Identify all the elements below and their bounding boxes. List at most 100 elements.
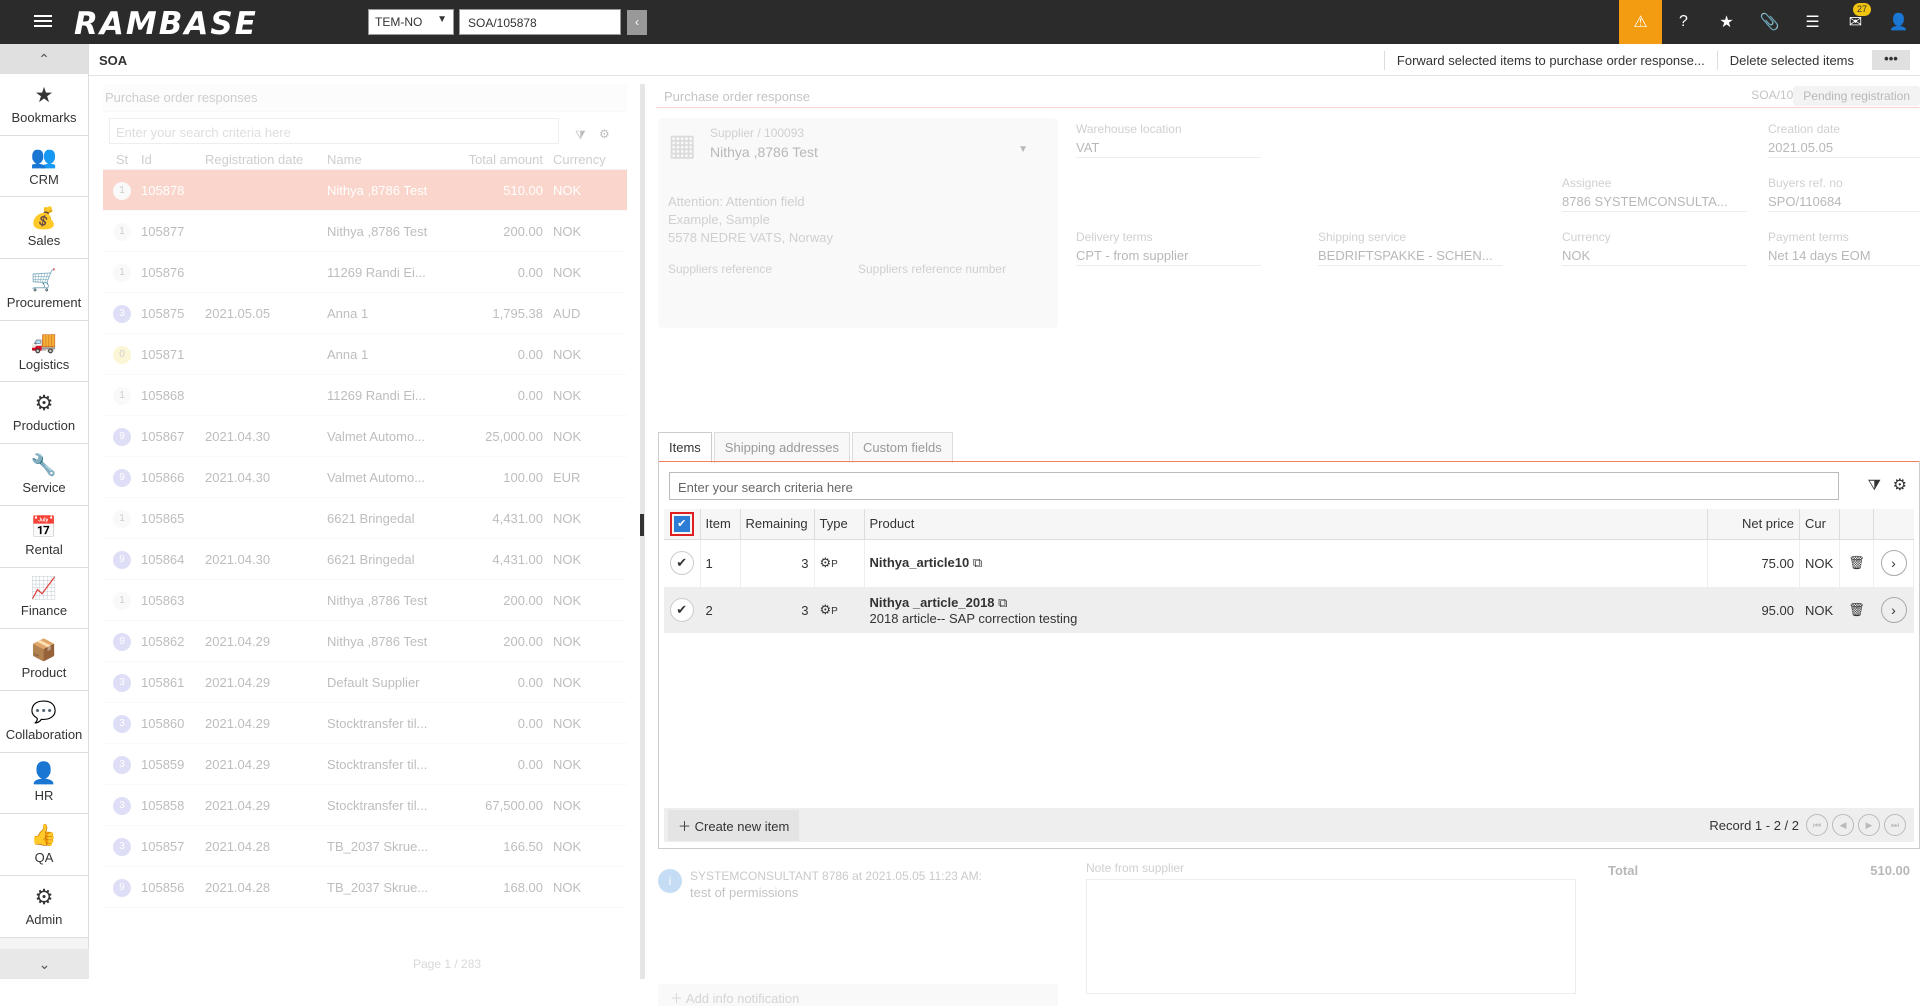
list-row[interactable]: 9 105864 2021.04.30 6621 Bringedal 4,431.00 N… xyxy=(103,539,627,580)
sidebar-item-crm[interactable]: 👥 CRM xyxy=(0,135,88,198)
list-row[interactable]: 3 105875 2021.05.05 Anna 1 1,795.38 AUD xyxy=(103,293,627,334)
assignee-field[interactable]: Assignee 8786 SYSTEMCONSULTA... xyxy=(1562,176,1747,212)
list-row[interactable]: 9 105867 2021.04.30 Valmet Automo... 25,000.… xyxy=(103,416,627,457)
tab-shipping-addresses[interactable]: Shipping addresses xyxy=(713,432,850,463)
list-row[interactable]: 9 105866 2021.04.30 Valmet Automo... 100.00 E… xyxy=(103,457,627,498)
item-product[interactable]: Nithya _article_2018 ⧉ 2018 article-- SAP… xyxy=(864,587,1708,633)
forward-items-button[interactable]: Forward selected items to purchase order… xyxy=(1383,50,1717,70)
trash-icon[interactable]: 🗑 xyxy=(1839,539,1874,587)
first-page-icon[interactable]: ⏮ xyxy=(1806,814,1828,836)
list-row[interactable]: 0 105871 Anna 1 0.00 NOK xyxy=(103,334,627,375)
table-row[interactable]: ✔ 2 3 ⚙P Nithya _article_2018 ⧉ 2018 arti… xyxy=(664,587,1914,633)
back-button[interactable]: ‹ xyxy=(627,10,647,35)
list-row[interactable]: 1 105865 6621 Bringedal 4,431.00 NOK xyxy=(103,498,627,539)
list-row[interactable]: 3 105858 2021.04.29 Stocktransfer til... 67,… xyxy=(103,785,627,826)
list-row[interactable]: 1 105868 11269 Randi Ei... 0.00 NOK xyxy=(103,375,627,416)
list-search-input[interactable]: Enter your search criteria here xyxy=(109,118,559,144)
more-actions-button[interactable]: ••• xyxy=(1872,50,1910,70)
list-row[interactable]: 1 105877 Nithya ,8786 Test 200.00 NOK xyxy=(103,211,627,252)
create-new-item-button[interactable]: ＋ Create new item xyxy=(668,809,800,841)
list-row[interactable]: 9 105856 2021.04.28 TB_2037 Skrue... 168.00 N… xyxy=(103,867,627,908)
supplier-name[interactable]: Nithya ,8786 Test xyxy=(710,144,818,160)
tab-items[interactable]: Items xyxy=(658,432,712,463)
gear-icon[interactable]: ⚙ xyxy=(599,127,610,141)
sidebar-scroll-down[interactable]: ⌄ xyxy=(0,949,89,979)
sidebar-item-service[interactable]: 🔧 Service xyxy=(0,444,88,506)
sidebar-item-finance[interactable]: 📈 Finance xyxy=(0,567,88,630)
table-row[interactable]: ✔ 1 3 ⚙P Nithya_article10 ⧉ 75.00 NOK 🗑 … xyxy=(664,539,1914,587)
chevron-right-icon[interactable]: › xyxy=(1880,597,1907,623)
list-row[interactable]: 3 105859 2021.04.29 Stocktransfer til... 0.0… xyxy=(103,744,627,785)
panel-splitter[interactable] xyxy=(640,84,645,979)
list-col-header[interactable]: Total amount xyxy=(457,152,553,167)
sidebar-item-bookmarks[interactable]: ★ Bookmarks xyxy=(0,74,88,136)
attachment-icon[interactable]: 📎 xyxy=(1748,0,1791,44)
col-type[interactable]: Type xyxy=(814,509,865,540)
list-col-header[interactable]: Registration date xyxy=(205,152,327,167)
list-col-header[interactable]: Name xyxy=(327,152,457,167)
items-search-input[interactable]: Enter your search criteria here xyxy=(669,472,1839,500)
external-link-icon[interactable]: ⧉ xyxy=(998,595,1007,610)
tab-custom-fields[interactable]: Custom fields xyxy=(852,432,953,463)
row-checkbox[interactable]: ✔ xyxy=(669,598,694,622)
last-page-icon[interactable]: ⏭ xyxy=(1884,814,1906,836)
payment-terms-field[interactable]: Payment terms Net 14 days EOM xyxy=(1768,230,1920,266)
col-net-price[interactable]: Net price xyxy=(1707,509,1800,540)
filter-icon[interactable]: ⧩ xyxy=(575,128,586,143)
list-row[interactable]: 3 105860 2021.04.29 Stocktransfer til... 0.0… xyxy=(103,703,627,744)
sidebar-item-qa[interactable]: 👍 QA xyxy=(0,814,88,876)
next-page-icon[interactable]: ▶ xyxy=(1858,814,1880,836)
company-select[interactable]: TEM-NO ▼ xyxy=(368,9,454,35)
col-cur[interactable]: Cur xyxy=(1799,509,1840,540)
list-row[interactable]: 1 105878 Nithya ,8786 Test 510.00 NOK xyxy=(103,170,627,211)
list-row[interactable]: 9 105862 2021.04.29 Nithya ,8786 Test 200.00… xyxy=(103,621,627,662)
list-col-header[interactable]: Id xyxy=(141,152,205,167)
add-info-notification-button[interactable]: ＋ Add info notification xyxy=(658,984,1058,1006)
row-checkbox[interactable]: ✔ xyxy=(669,551,694,576)
menu-icon[interactable] xyxy=(34,12,52,30)
delivery-terms-field[interactable]: Delivery terms CPT - from supplier xyxy=(1076,230,1261,266)
list-icon[interactable]: ☰ xyxy=(1791,0,1834,44)
note-from-supplier-textarea[interactable] xyxy=(1086,879,1576,994)
select-all-checkbox[interactable]: ✔ xyxy=(669,512,694,537)
delete-items-button[interactable]: Delete selected items xyxy=(1716,50,1866,70)
trash-icon[interactable]: 🗑 xyxy=(1839,587,1874,633)
splitter-grip[interactable] xyxy=(640,514,644,536)
warning-icon[interactable]: ⚠ xyxy=(1619,0,1662,44)
sidebar-item-procurement[interactable]: 🛒 Procurement xyxy=(0,259,88,321)
col-item[interactable]: Item xyxy=(700,509,741,540)
shipping-service-field[interactable]: Shipping service BEDRIFTSPAKKE - SCHEN... xyxy=(1318,230,1503,266)
sidebar-item-hr[interactable]: 👤 HR xyxy=(0,752,88,815)
sidebar-item-product[interactable]: 📦 Product xyxy=(0,629,88,691)
list-row[interactable]: 3 105857 2021.04.28 TB_2037 Skrue... 166.50 N… xyxy=(103,826,627,867)
list-row[interactable]: 1 105863 Nithya ,8786 Test 200.00 NOK xyxy=(103,580,627,621)
item-product[interactable]: Nithya_article10 ⧉ xyxy=(864,539,1708,587)
external-link-icon[interactable]: ⧉ xyxy=(973,555,982,570)
warehouse-field[interactable]: Warehouse location VAT xyxy=(1076,122,1261,158)
sidebar-item-rental[interactable]: 📅 Rental xyxy=(0,505,88,568)
prev-page-icon[interactable]: ◀ xyxy=(1832,814,1854,836)
user-icon[interactable]: 👤 xyxy=(1877,0,1920,44)
document-input[interactable]: SOA/105878 xyxy=(459,9,621,35)
help-icon[interactable]: ? xyxy=(1662,0,1705,44)
sidebar-item-collaboration[interactable]: 💬 Collaboration xyxy=(0,690,88,753)
sidebar-item-sales[interactable]: 💰 Sales xyxy=(0,197,88,260)
sidebar-item-admin[interactable]: ⚙ Admin xyxy=(0,875,88,938)
sidebar-scroll-up[interactable]: ⌃ xyxy=(0,44,88,74)
col-remaining[interactable]: Remaining xyxy=(740,509,815,540)
suppliers-reference-field[interactable]: Suppliers reference xyxy=(668,262,772,276)
chevron-right-icon[interactable]: › xyxy=(1880,550,1907,577)
mail-icon[interactable]: ✉ 27 xyxy=(1834,0,1877,44)
filter-icon[interactable]: ⧩ xyxy=(1868,477,1881,494)
list-row[interactable]: 3 105861 2021.04.29 Default Supplier 0.00 NOK xyxy=(103,662,627,703)
col-product[interactable]: Product xyxy=(864,509,1708,540)
suppliers-reference-number-field[interactable]: Suppliers reference number xyxy=(858,262,1006,276)
currency-field[interactable]: Currency NOK xyxy=(1562,230,1747,266)
gear-icon[interactable]: ⚙ xyxy=(1893,475,1907,495)
list-col-header[interactable]: St xyxy=(103,152,141,167)
sidebar-item-logistics[interactable]: 🚚 Logistics xyxy=(0,320,88,383)
sidebar-item-production[interactable]: ⚙ Production xyxy=(0,382,88,445)
bookmark-star-icon[interactable]: ★ xyxy=(1705,0,1748,44)
list-row[interactable]: 1 105876 11269 Randi Ei... 0.00 NOK xyxy=(103,252,627,293)
chevron-down-icon[interactable]: ▼ xyxy=(1018,144,1028,155)
